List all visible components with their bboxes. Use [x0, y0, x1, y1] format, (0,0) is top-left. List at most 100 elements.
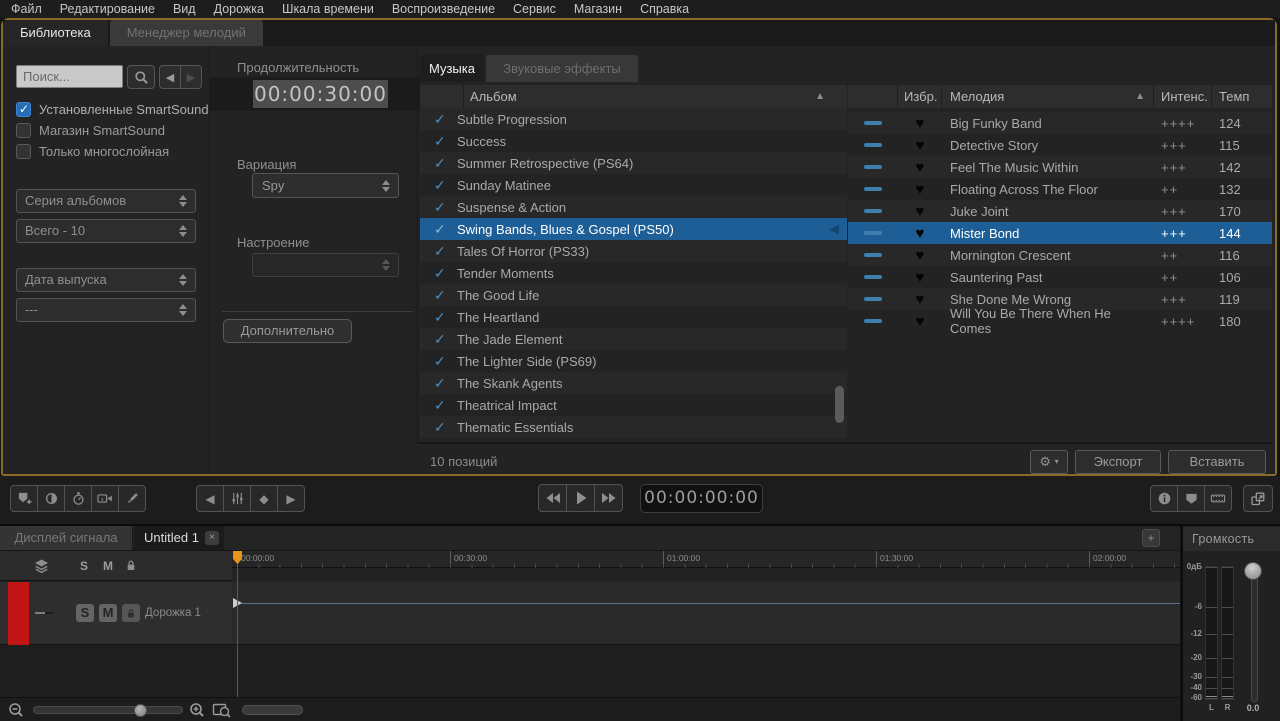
heart-icon[interactable]: ♥	[898, 291, 942, 308]
close-icon[interactable]: ×	[205, 531, 219, 545]
album-row[interactable]: ✓ Subtle Progression ◀	[420, 108, 847, 130]
previous-marker-button[interactable]: ◀	[196, 485, 224, 512]
album-row[interactable]: ✓ Tales Of Horror (PS33) ◀	[420, 240, 847, 262]
album-row[interactable]: ✓ Summer Retrospective (PS64) ◀	[420, 152, 847, 174]
volume-slider-thumb[interactable]	[1244, 562, 1262, 580]
check-icon[interactable]: ✓	[420, 221, 450, 238]
check-icon[interactable]: ✓	[420, 199, 450, 216]
release-date-value-dropdown[interactable]: ---	[16, 298, 196, 322]
tab-signal-display[interactable]: Дисплей сигнала	[0, 526, 133, 550]
search-input[interactable]	[16, 65, 123, 88]
volume-envelope-line[interactable]	[240, 603, 1180, 604]
album-row[interactable]: ✓ Suspense & Action ◀	[420, 196, 847, 218]
check-icon[interactable]: ✓	[420, 177, 450, 194]
heart-icon[interactable]: ♥	[898, 225, 942, 242]
track-lane[interactable]	[232, 582, 1180, 645]
tune-row[interactable]: ♥ Detective Story +++ 115	[848, 134, 1272, 156]
zoom-slider[interactable]	[33, 704, 183, 717]
tune-row[interactable]: ♥ Mister Bond +++ 144	[848, 222, 1272, 244]
tune-row[interactable]: ♥ Sauntering Past ++ 106	[848, 266, 1272, 288]
check-icon[interactable]: ✓	[420, 243, 450, 260]
envelope-handle-icon[interactable]	[233, 598, 247, 608]
heart-icon[interactable]: ♥	[898, 115, 942, 132]
check-icon[interactable]: ✓	[420, 155, 450, 172]
menu-item[interactable]: Воспроизведение	[383, 0, 504, 18]
split-mode-button[interactable]	[37, 485, 65, 512]
lock-button[interactable]	[122, 604, 140, 622]
tab-sound-effects[interactable]: Звуковые эффекты	[486, 55, 638, 82]
video-info-button[interactable]	[91, 485, 119, 512]
filter-checkbox[interactable]: Установленные SmartSound	[16, 100, 209, 118]
filter-checkbox[interactable]: Магазин SmartSound	[16, 121, 165, 139]
album-row[interactable]: ✓ Success ◀	[420, 130, 847, 152]
mood-dropdown[interactable]	[252, 253, 399, 277]
tune-row[interactable]: ♥ Mornington Crescent ++ 116	[848, 244, 1272, 266]
release-date-dropdown[interactable]: Дата выпуска	[16, 268, 196, 292]
keyframe-button[interactable]: ◆	[250, 485, 278, 512]
tune-row[interactable]: ♥ Will You Be There When He Comes ++++ 1…	[848, 306, 1272, 336]
zoom-out-icon[interactable]	[8, 702, 27, 718]
menu-item[interactable]: Вид	[164, 0, 205, 18]
volume-slider-track[interactable]	[1251, 570, 1258, 702]
info-button[interactable]	[1150, 485, 1178, 512]
tune-row[interactable]: ♥ Feel The Music Within +++ 142	[848, 156, 1272, 178]
history-forward-button[interactable]: ▶	[180, 65, 202, 89]
check-icon[interactable]: ✓	[420, 419, 450, 436]
album-row[interactable]: ✓ Swing Bands, Blues & Gospel (PS50) ◀	[420, 218, 847, 240]
check-icon[interactable]: ✓	[420, 111, 450, 128]
next-marker-button[interactable]: ▶	[277, 485, 305, 512]
tag-button[interactable]	[1177, 485, 1205, 512]
zoom-fit-icon[interactable]	[212, 702, 232, 718]
edit-pencil-button[interactable]	[118, 485, 146, 512]
album-row[interactable]: ✓ Thematic Essentials ◀	[420, 416, 847, 438]
settings-menu-button[interactable]: ⚙ ▾	[1030, 450, 1068, 474]
tune-row[interactable]: ♥ Big Funky Band ++++ 124	[848, 112, 1272, 134]
menu-item[interactable]: Сервис	[504, 0, 565, 18]
fast-forward-button[interactable]	[594, 484, 623, 512]
horizontal-scrollbar[interactable]	[242, 705, 303, 715]
track-header[interactable]: S M Дорожка 1	[0, 582, 232, 645]
check-icon[interactable]: ✓	[420, 265, 450, 282]
tune-row[interactable]: ♥ Juke Joint +++ 170	[848, 200, 1272, 222]
drag-handle[interactable]	[848, 209, 898, 213]
heart-icon[interactable]: ♥	[898, 247, 942, 264]
check-icon[interactable]: ✓	[420, 287, 450, 304]
drag-handle[interactable]	[848, 165, 898, 169]
menu-item[interactable]: Шкала времени	[273, 0, 383, 18]
drag-handle[interactable]	[848, 231, 898, 235]
album-row[interactable]: ✓ The Lighter Side (PS69) ◀	[420, 350, 847, 372]
drag-handle[interactable]	[848, 253, 898, 257]
tab-music[interactable]: Музыка	[420, 55, 484, 82]
mute-button[interactable]: M	[99, 604, 117, 622]
heart-icon[interactable]: ♥	[898, 181, 942, 198]
heart-icon[interactable]: ♥	[898, 203, 942, 220]
album-scrollbar-thumb[interactable]	[835, 386, 844, 423]
play-button[interactable]	[566, 484, 595, 512]
check-icon[interactable]: ✓	[420, 375, 450, 392]
menu-item[interactable]: Справка	[631, 0, 698, 18]
tune-table-header[interactable]: Избр. Мелодия ▲ Интенс. Темп	[848, 85, 1272, 108]
album-row[interactable]: ✓ The Jade Element ◀	[420, 328, 847, 350]
search-button[interactable]	[127, 65, 155, 89]
history-back-button[interactable]: ◀	[159, 65, 181, 89]
film-button[interactable]	[1204, 485, 1232, 512]
zoom-slider-thumb[interactable]	[134, 704, 147, 717]
album-row[interactable]: ✓ The Skank Agents ◀	[420, 372, 847, 394]
drag-handle[interactable]	[848, 187, 898, 191]
album-total-dropdown[interactable]: Всего - 10	[16, 219, 196, 243]
solo-button[interactable]: S	[76, 604, 94, 622]
album-series-dropdown[interactable]: Серия альбомов	[16, 189, 196, 213]
tab-project[interactable]: Untitled 1 ×	[134, 526, 224, 550]
insert-button[interactable]: Вставить	[1168, 450, 1266, 474]
tab-melody-manager[interactable]: Менеджер мелодий	[109, 20, 263, 46]
album-row[interactable]: ✓ Theatrical Impact ◀	[420, 394, 847, 416]
add-tag-button[interactable]	[10, 485, 38, 512]
tab-library[interactable]: Библиотека	[3, 20, 108, 46]
album-table-header[interactable]: Альбом ▲	[420, 85, 847, 108]
mixer-button[interactable]	[223, 485, 251, 512]
check-icon[interactable]: ✓	[420, 353, 450, 370]
add-tab-icon[interactable]: +	[1142, 529, 1160, 547]
album-row[interactable]: ✓ Sunday Matinee ◀	[420, 174, 847, 196]
menu-item[interactable]: Магазин	[565, 0, 631, 18]
filter-checkbox[interactable]: Только многослойная	[16, 142, 169, 160]
